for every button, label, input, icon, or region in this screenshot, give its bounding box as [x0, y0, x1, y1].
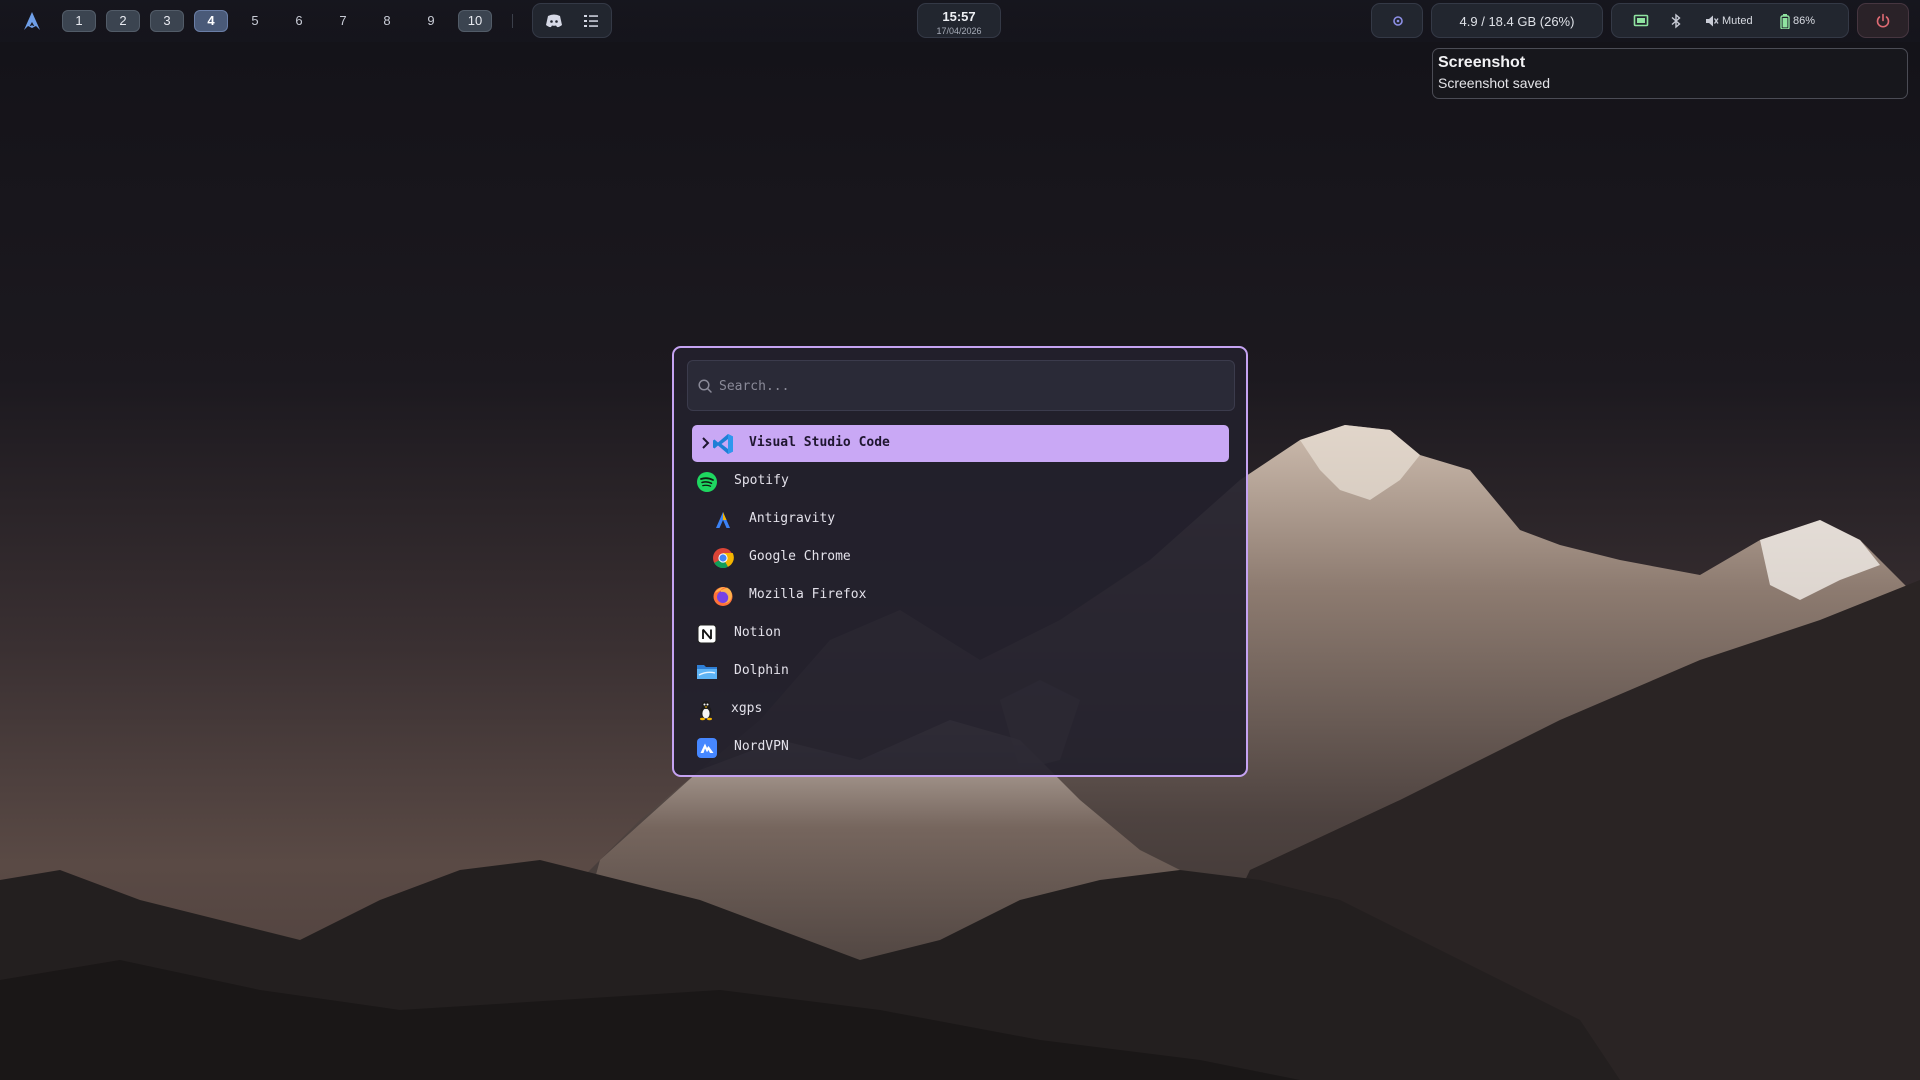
- memory-usage-text: 4.9 / 18.4 GB (26%): [1459, 14, 1575, 29]
- search-input[interactable]: [719, 375, 1219, 397]
- workspace-8[interactable]: 8: [370, 10, 404, 32]
- record-button[interactable]: [1371, 3, 1423, 38]
- firefox-icon: [713, 587, 733, 606]
- antigravity-icon: [716, 512, 730, 528]
- search-box[interactable]: [687, 360, 1235, 411]
- search-icon: [698, 379, 712, 393]
- launcher-item-label: xgps: [731, 701, 763, 716]
- workspace-4[interactable]: 4: [194, 10, 228, 32]
- workspace-9[interactable]: 9: [414, 10, 448, 32]
- volume-muted-icon[interactable]: [1705, 14, 1719, 28]
- workspace-1[interactable]: 1: [62, 10, 96, 32]
- volume-status: Muted: [1722, 15, 1753, 27]
- launcher-item-label: NordVPN: [734, 739, 789, 754]
- app-launcher: Visual Studio Code Spotify Antigravity G…: [672, 346, 1248, 777]
- record-icon: [1393, 16, 1403, 26]
- launcher-item-google-chrome[interactable]: Google Chrome: [692, 539, 1229, 576]
- launcher-item-label: Antigravity: [749, 511, 836, 526]
- screen-icon[interactable]: [1633, 13, 1649, 29]
- notification[interactable]: Screenshot Screenshot saved: [1432, 48, 1908, 99]
- notification-body: Screenshot saved: [1438, 75, 1551, 91]
- launcher-item-notion[interactable]: Notion: [692, 615, 1229, 652]
- launcher-item-label: Spotify: [734, 473, 789, 488]
- bluetooth-icon[interactable]: [1668, 13, 1684, 29]
- clock-date: 17/04/2026: [936, 26, 982, 36]
- nordvpn-icon: [697, 738, 717, 758]
- arch-logo-icon[interactable]: [22, 11, 42, 31]
- clock-time: 15:57: [942, 9, 976, 24]
- memory-usage[interactable]: 4.9 / 18.4 GB (26%): [1431, 3, 1603, 38]
- top-bar: 1 2 3 4 5 6 7 8 9 10 15:57 17/04/2026 4.…: [0, 0, 1920, 42]
- power-icon: [1876, 13, 1890, 28]
- dolphin-icon: [697, 665, 717, 679]
- vscode-icon: [713, 434, 733, 454]
- workspace-6[interactable]: 6: [282, 10, 316, 32]
- launcher-item-label: Notion: [734, 625, 781, 640]
- workspace-2[interactable]: 2: [106, 10, 140, 32]
- workspace-separator: [512, 14, 513, 28]
- status-tray: Muted 86%: [1611, 3, 1849, 38]
- workspace-5[interactable]: 5: [238, 10, 272, 32]
- launcher-item-label: Dolphin: [734, 663, 789, 678]
- battery-level: 86%: [1793, 15, 1816, 27]
- workspace-7[interactable]: 7: [326, 10, 360, 32]
- launcher-item-label: Mozilla Firefox: [749, 587, 867, 602]
- launcher-item-nordvpn[interactable]: NordVPN: [692, 729, 1229, 766]
- spotify-icon: [697, 472, 717, 492]
- workspace-10[interactable]: 10: [458, 10, 492, 32]
- launcher-item-spotify[interactable]: Spotify: [692, 463, 1229, 500]
- launcher-item-label: Google Chrome: [749, 549, 851, 564]
- launcher-item-antigravity[interactable]: Antigravity: [692, 501, 1229, 538]
- launcher-item-dolphin[interactable]: Dolphin: [692, 653, 1229, 690]
- launcher-item-xgps[interactable]: xgps: [692, 691, 1229, 728]
- battery-icon[interactable]: [1780, 14, 1790, 29]
- power-button[interactable]: [1857, 3, 1909, 38]
- chevron-right-icon: [702, 437, 710, 449]
- discord-icon[interactable]: [545, 12, 563, 30]
- workspace-3[interactable]: 3: [150, 10, 184, 32]
- tux-icon: [700, 701, 712, 721]
- clock[interactable]: 15:57 17/04/2026: [917, 3, 1001, 38]
- notification-title: Screenshot: [1438, 54, 1526, 71]
- tray-apps: [532, 3, 612, 38]
- launcher-item-label: Visual Studio Code: [749, 435, 890, 450]
- chrome-icon: [713, 548, 734, 569]
- launcher-item-mozilla-firefox[interactable]: Mozilla Firefox: [692, 577, 1229, 614]
- launcher-item-visual-studio-code[interactable]: Visual Studio Code: [692, 425, 1229, 462]
- task-list-icon[interactable]: [582, 12, 600, 30]
- notion-icon: [697, 624, 717, 644]
